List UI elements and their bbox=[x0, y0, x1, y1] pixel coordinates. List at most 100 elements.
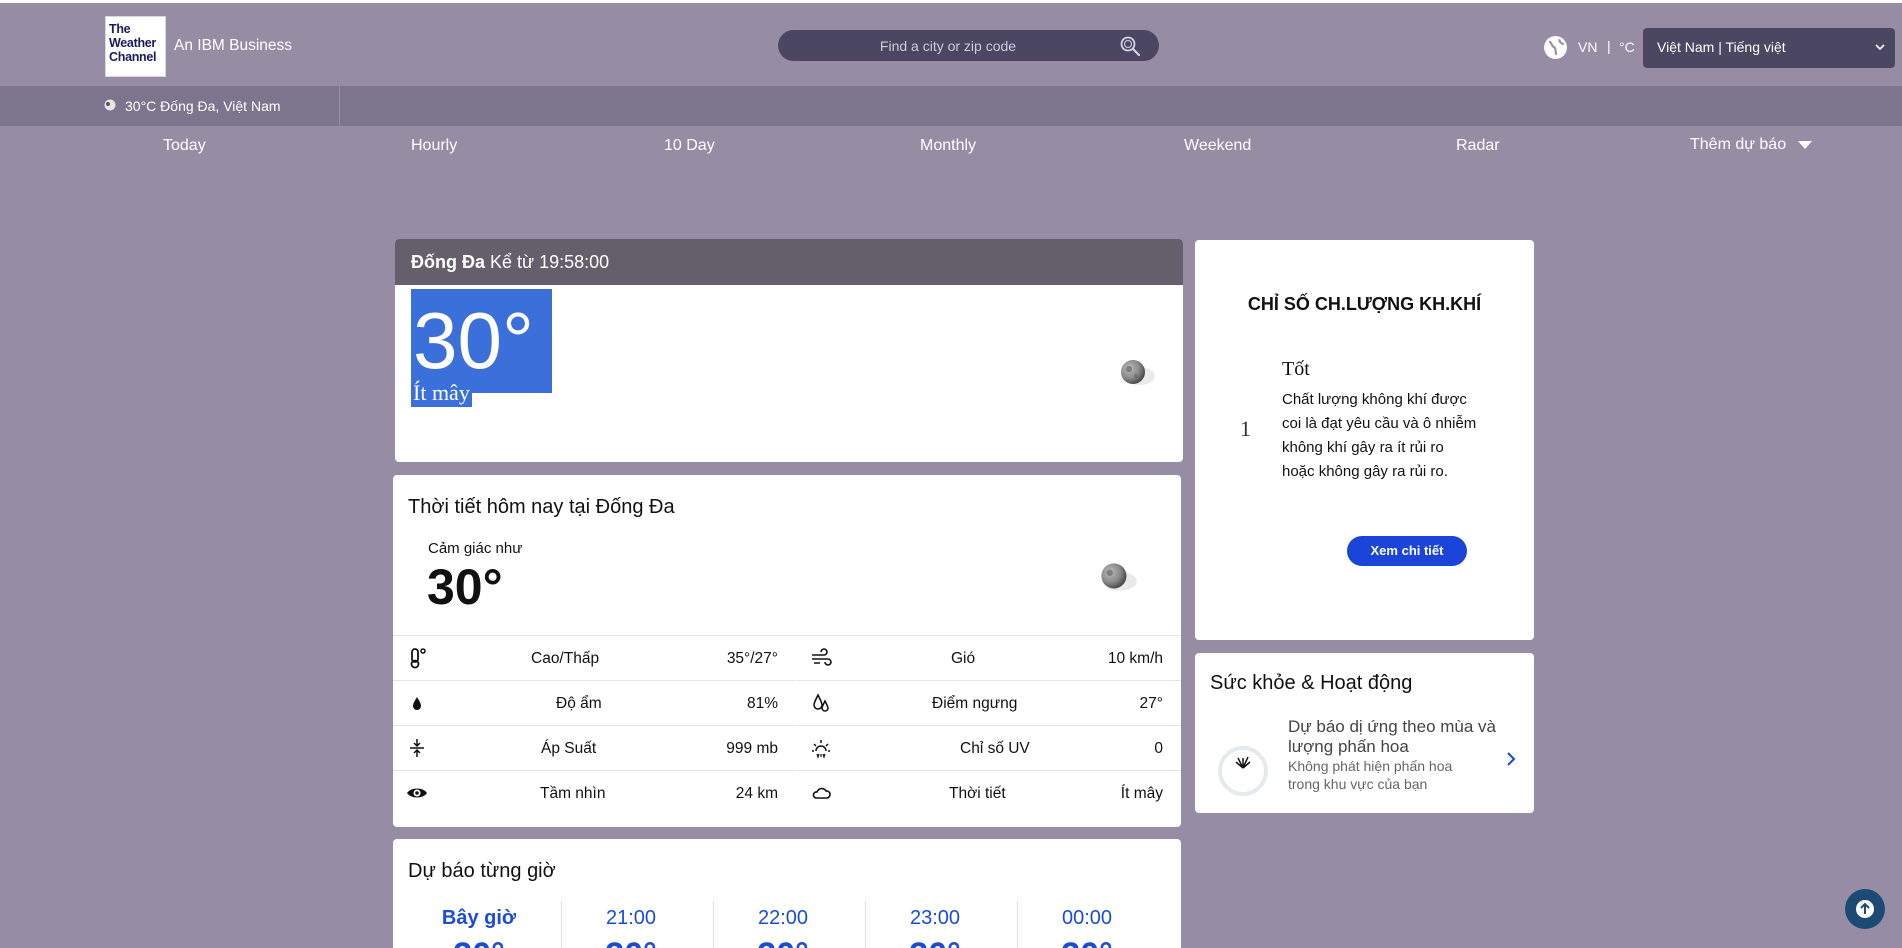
air-quality-index: 1 bbox=[1240, 416, 1251, 441]
current-conditions-header: Đống Đa Kể từ 19:58:00 bbox=[395, 239, 1183, 285]
globe-icon[interactable] bbox=[1543, 35, 1568, 60]
site-header: The Weather Channel An IBM Business Find… bbox=[0, 3, 1902, 86]
tab-10-day[interactable]: 10 Day bbox=[664, 137, 715, 155]
detail-value: 35°/27° bbox=[726, 650, 778, 667]
partly-cloudy-night-icon bbox=[1121, 360, 1155, 385]
unit-toggle[interactable]: °C bbox=[1619, 39, 1635, 55]
detail-label: Thời tiết bbox=[949, 785, 1006, 802]
detail-condition: Thời tiết Ít mây bbox=[797, 770, 1181, 815]
language-code[interactable]: VN bbox=[1578, 39, 1597, 55]
hourly-item[interactable]: 22:00 30° bbox=[707, 901, 859, 948]
dew-point-icon bbox=[813, 693, 829, 712]
detail-value: 27° bbox=[1139, 695, 1163, 712]
header-separator: | bbox=[1607, 38, 1611, 54]
health-activities-card[interactable]: Sức khỏe & Hoạt động Dự báo dị ứng theo … bbox=[1195, 653, 1534, 813]
detail-value: Ít mây bbox=[1120, 785, 1163, 802]
feels-like-label: Cảm giác như bbox=[428, 540, 523, 557]
tab-monthly[interactable]: Monthly bbox=[920, 137, 976, 155]
chevron-down-icon bbox=[1875, 44, 1885, 51]
hourly-temp: 30° bbox=[859, 936, 1011, 948]
search-input[interactable]: Find a city or zip code bbox=[778, 38, 1118, 54]
detail-label: Độ ẩm bbox=[556, 695, 602, 712]
hourly-time: 23:00 bbox=[909, 907, 961, 929]
detail-label: Điểm ngưng bbox=[932, 695, 1018, 712]
hourly-time: Bây giờ bbox=[441, 907, 517, 929]
search-icon[interactable] bbox=[1118, 34, 1142, 58]
tab-radar[interactable]: Radar bbox=[1456, 137, 1500, 155]
detail-dew-point: Điểm ngưng 27° bbox=[797, 680, 1181, 725]
locale-value: Việt Nam | Tiếng việt bbox=[1657, 39, 1786, 55]
air-quality-level: Tốt bbox=[1282, 358, 1310, 380]
detail-value: 0 bbox=[1154, 740, 1163, 757]
detail-label: Gió bbox=[951, 650, 976, 667]
air-quality-card: CHỈ SỐ CH.LƯỢNG KH.KHÍ 1 Tốt Chất lượng … bbox=[1195, 240, 1534, 640]
as-of-time: Kể từ 19:58:00 bbox=[490, 252, 610, 272]
locale-select[interactable]: Việt Nam | Tiếng việt bbox=[1643, 28, 1895, 68]
grid-divider bbox=[796, 635, 797, 815]
detail-high-low: Cao/Thấp 35°/27° bbox=[393, 635, 796, 680]
hourly-time: 22:00 bbox=[757, 907, 809, 929]
hourly-title: Dự báo từng giờ bbox=[408, 860, 556, 882]
forecast-nav: Today Hourly 10 Day Monthly Weekend Rada… bbox=[0, 126, 1902, 166]
hourly-temp: 30° bbox=[1011, 936, 1163, 948]
detail-visibility: Tầm nhìn 24 km bbox=[393, 770, 796, 815]
detail-label: Chỉ số UV bbox=[960, 740, 1030, 757]
chevron-right-icon[interactable] bbox=[1505, 751, 1517, 767]
search-box[interactable]: Find a city or zip code bbox=[778, 30, 1159, 61]
today-weather-card: Thời tiết hôm nay tại Đống Đa Cảm giác n… bbox=[393, 475, 1181, 827]
hourly-temp: 30° bbox=[707, 936, 859, 948]
current-location[interactable]: 30°C Đống Đa, Việt Nam bbox=[100, 86, 340, 126]
detail-label: Tầm nhìn bbox=[540, 785, 606, 802]
hourly-item[interactable]: 23:00 30° bbox=[859, 901, 1011, 948]
detail-uv-index: Chỉ số UV 0 bbox=[797, 725, 1181, 770]
caret-down-icon[interactable] bbox=[1797, 140, 1813, 150]
feels-like-value: 30° bbox=[427, 559, 503, 615]
current-condition: Ít mây bbox=[411, 378, 472, 407]
thermometer-icon bbox=[410, 648, 426, 669]
pollen-forecast-heading: Dự báo dị ứng theo mùa và lượng phấn hoa bbox=[1288, 717, 1496, 756]
partly-cloudy-night-icon bbox=[1101, 563, 1137, 591]
current-location-label: 30°C Đống Đa, Việt Nam bbox=[125, 98, 281, 114]
hourly-item[interactable]: Bây giờ 30° bbox=[403, 901, 555, 948]
tab-today[interactable]: Today bbox=[163, 137, 206, 155]
hourly-item[interactable]: 00:00 30° bbox=[1011, 901, 1163, 948]
scroll-to-top-button[interactable] bbox=[1845, 889, 1885, 929]
moon-icon bbox=[104, 99, 116, 111]
visibility-icon bbox=[407, 788, 427, 798]
hourly-temp: 30° bbox=[403, 936, 555, 948]
ibm-tagline: An IBM Business bbox=[174, 37, 293, 54]
location-bar: 30°C Đống Đa, Việt Nam bbox=[0, 86, 1902, 126]
detail-pressure: Áp Suất 999 mb bbox=[393, 725, 796, 770]
uv-icon bbox=[812, 740, 830, 759]
city-name: Đống Đa bbox=[411, 252, 485, 272]
detail-label: Áp Suất bbox=[541, 740, 597, 757]
today-title: Thời tiết hôm nay tại Đống Đa bbox=[408, 496, 675, 518]
detail-label: Cao/Thấp bbox=[531, 650, 600, 667]
tab-more-forecasts[interactable]: Thêm dự báo bbox=[1690, 136, 1786, 154]
detail-value: 10 km/h bbox=[1107, 650, 1163, 667]
pollen-forecast-subtext: Không phát hiện phấn hoa trong khu vực c… bbox=[1288, 758, 1453, 792]
hourly-item[interactable]: 21:00 30° bbox=[555, 901, 707, 948]
detail-value: 24 km bbox=[735, 785, 778, 802]
health-title: Sức khỏe & Hoạt động bbox=[1210, 672, 1413, 694]
hourly-time: 21:00 bbox=[605, 907, 657, 929]
hourly-time: 00:00 bbox=[1061, 907, 1113, 929]
detail-value: 81% bbox=[746, 695, 778, 712]
logo-line: Channel bbox=[109, 50, 157, 64]
hourly-forecast-card: Dự báo từng giờ Bây giờ 30° 21:00 30° 22… bbox=[393, 839, 1181, 948]
logo-line: The bbox=[109, 22, 131, 36]
arrow-up-icon bbox=[1856, 900, 1874, 918]
weather-channel-logo[interactable]: The Weather Channel bbox=[105, 16, 166, 77]
tab-weekend[interactable]: Weekend bbox=[1184, 137, 1251, 155]
wind-icon bbox=[812, 648, 832, 666]
humidity-icon bbox=[413, 697, 421, 710]
pressure-icon bbox=[410, 739, 424, 757]
detail-humidity: Độ ẩm 81% bbox=[393, 680, 796, 725]
tab-hourly[interactable]: Hourly bbox=[411, 137, 457, 155]
detail-value: 999 mb bbox=[726, 740, 778, 757]
view-details-button[interactable]: Xem chi tiết bbox=[1347, 536, 1467, 566]
logo-line: Weather bbox=[109, 36, 156, 50]
detail-wind: Gió 10 km/h bbox=[797, 635, 1181, 680]
cloud-icon bbox=[812, 787, 831, 799]
air-quality-title: CHỈ SỐ CH.LƯỢNG KH.KHÍ bbox=[1247, 294, 1482, 314]
